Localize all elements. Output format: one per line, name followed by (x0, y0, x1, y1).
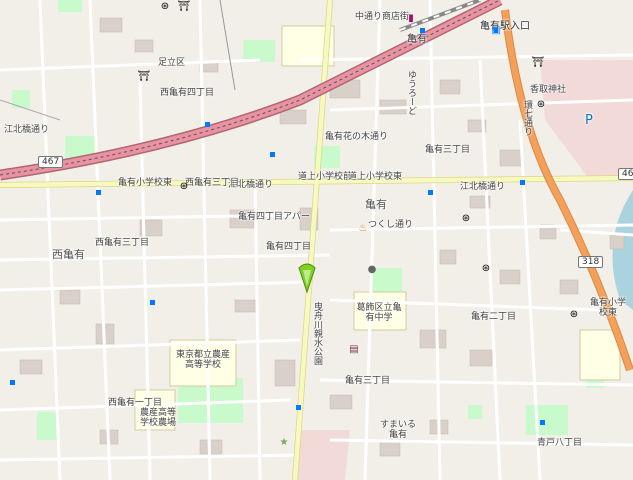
park (526, 405, 568, 435)
route-shield: 467 (38, 156, 64, 168)
fire-station-icon: ♨ (358, 222, 368, 234)
poi-label: 葛飾区立亀有中学 (356, 303, 402, 323)
school-label: 農産高等学校農場 (139, 408, 176, 428)
area-label: 亀有 (365, 198, 387, 211)
poi-label: 香取神社 (530, 85, 567, 95)
school-icon: ⊛ (179, 180, 189, 192)
road-label: ゆうろーど (406, 70, 416, 115)
parking-label: P (585, 113, 593, 128)
route-shield: 318 (578, 256, 604, 268)
area-label: 亀有三丁目 (345, 376, 391, 386)
bus-stop-icon (520, 180, 525, 185)
station-icon: ▣ (491, 24, 501, 36)
shrine-icon: ⛩ (177, 0, 191, 12)
road-label: 江北橋通り (4, 125, 50, 135)
park (58, 0, 82, 12)
bus-stop-icon (205, 122, 210, 127)
shrine-icon: ⛩ (137, 70, 151, 82)
school-icon: ⊛ (536, 98, 546, 110)
railway-thin (219, 0, 236, 91)
area-label: 西亀有三丁目 (95, 238, 150, 248)
road-label: 中通り商店街 (355, 12, 410, 22)
poi-label: 亀有四丁目アパー (238, 212, 310, 222)
map-canvas[interactable]: 西亀有 西亀有四丁目 西亀有三丁目 西亀有一丁目 亀有四丁目 亀有三丁目 亀有二… (0, 0, 633, 480)
river (612, 190, 633, 310)
library-icon: ▤ (349, 343, 359, 355)
commercial-area (295, 430, 350, 480)
school-label: 西亀有三丁目 (185, 178, 240, 188)
school-label: 道上小学校東 (348, 172, 403, 182)
area-label: 西亀有 (52, 248, 85, 261)
school-label: 亀有小学校東 (118, 178, 173, 188)
area-label: 亀有三丁目 (425, 145, 471, 155)
poi-label: すまいる亀有 (380, 420, 417, 440)
location-marker-icon[interactable] (297, 262, 317, 294)
school-ground (579, 329, 621, 381)
area-label: 西亀有一丁目 (108, 398, 163, 408)
park (468, 405, 482, 419)
road-label: 環七通り (522, 100, 532, 136)
station-icon: ▮ (408, 12, 414, 24)
playground-icon: ● (367, 263, 377, 275)
route-shield: 46 (618, 168, 633, 180)
bus-stop-icon (540, 420, 545, 425)
bus-stop-icon (10, 380, 15, 385)
shrine-icon: ⛩ (531, 56, 545, 68)
area-label: 亀有二丁目 (471, 312, 517, 322)
school-icon: ⊛ (160, 0, 170, 12)
station-label[interactable]: 亀有 (407, 35, 427, 45)
area-label: 西亀有四丁目 (160, 88, 215, 98)
station-label[interactable]: 亀有駅入口 (480, 22, 530, 32)
bus-stop-icon (150, 300, 155, 305)
bus-stop-icon (296, 405, 301, 410)
school-label: 亀有小学校東 (589, 298, 626, 318)
shop-icon: ★ (279, 436, 289, 448)
park (37, 412, 59, 440)
road-label: 亀有花の木通り (325, 132, 389, 142)
school-icon: ⊛ (481, 262, 491, 274)
road-label: 江北橋通り (460, 182, 506, 192)
bus-stop-icon (428, 190, 433, 195)
area-label: 青戸八丁目 (537, 438, 583, 448)
road-label: 曳舟川親水公園 (312, 302, 322, 365)
school-icon: ⊛ (461, 212, 471, 224)
school-icon: ⊛ (569, 308, 579, 320)
bus-stop-icon (420, 28, 425, 33)
school-label: 道上小学校前 (298, 172, 353, 182)
bus-stop-icon (96, 190, 101, 195)
bus-stop-icon (270, 152, 275, 157)
school-label: 東京都立農産高等学校 (175, 350, 230, 370)
area-label: 足立区 (158, 58, 186, 68)
road-label: つくし通り (368, 220, 414, 230)
area-label: 亀有四丁目 (266, 242, 312, 252)
